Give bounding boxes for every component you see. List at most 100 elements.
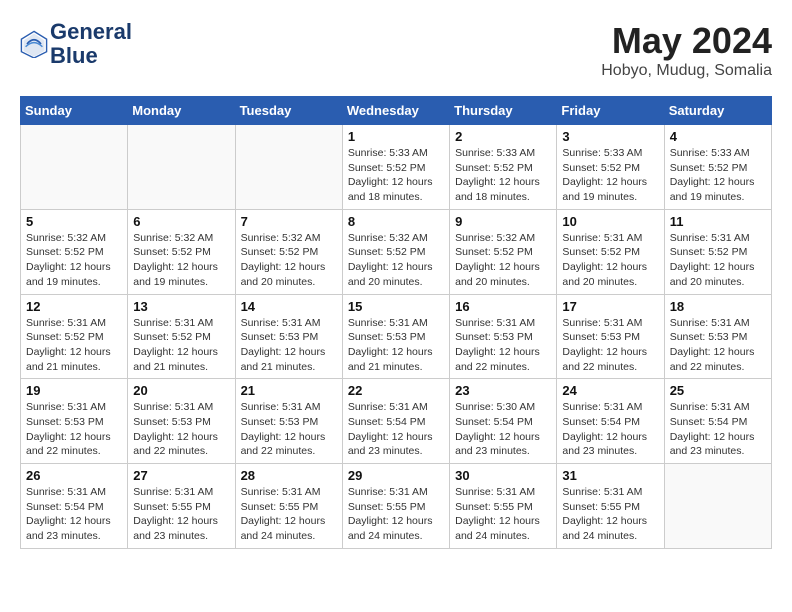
day-number: 13 [133,299,229,314]
day-info: Sunrise: 5:31 AM Sunset: 5:55 PM Dayligh… [241,485,337,544]
day-info: Sunrise: 5:31 AM Sunset: 5:52 PM Dayligh… [26,316,122,375]
day-info: Sunrise: 5:32 AM Sunset: 5:52 PM Dayligh… [241,231,337,290]
day-info: Sunrise: 5:31 AM Sunset: 5:53 PM Dayligh… [26,400,122,459]
day-number: 22 [348,383,444,398]
day-info: Sunrise: 5:33 AM Sunset: 5:52 PM Dayligh… [348,146,444,205]
calendar-cell: 27 Sunrise: 5:31 AM Sunset: 5:55 PM Dayli… [128,464,235,549]
day-number: 17 [562,299,658,314]
weekday-header-monday: Monday [128,97,235,125]
location-title: Hobyo, Mudug, Somalia [601,62,772,80]
day-info: Sunrise: 5:31 AM Sunset: 5:53 PM Dayligh… [241,316,337,375]
calendar-cell: 23 Sunrise: 5:30 AM Sunset: 5:54 PM Dayli… [450,379,557,464]
calendar-cell: 2 Sunrise: 5:33 AM Sunset: 5:52 PM Daylig… [450,125,557,210]
calendar-cell: 18 Sunrise: 5:31 AM Sunset: 5:53 PM Dayli… [664,294,771,379]
week-row-4: 19 Sunrise: 5:31 AM Sunset: 5:53 PM Dayli… [21,379,772,464]
calendar-cell: 14 Sunrise: 5:31 AM Sunset: 5:53 PM Dayli… [235,294,342,379]
week-row-3: 12Sunrise: 5:31 AM Sunset: 5:52 PM Dayli… [21,294,772,379]
day-number: 1 [348,129,444,144]
calendar-cell: 4 Sunrise: 5:33 AM Sunset: 5:52 PM Daylig… [664,125,771,210]
day-number: 15 [348,299,444,314]
day-info: Sunrise: 5:31 AM Sunset: 5:52 PM Dayligh… [562,231,658,290]
week-row-1: 1 Sunrise: 5:33 AM Sunset: 5:52 PM Daylig… [21,125,772,210]
calendar-cell: 1 Sunrise: 5:33 AM Sunset: 5:52 PM Daylig… [342,125,449,210]
calendar-cell: 20 Sunrise: 5:31 AM Sunset: 5:53 PM Dayli… [128,379,235,464]
day-number: 16 [455,299,551,314]
calendar-cell: 31 Sunrise: 5:31 AM Sunset: 5:55 PM Dayli… [557,464,664,549]
day-info: Sunrise: 5:31 AM Sunset: 5:53 PM Dayligh… [562,316,658,375]
day-number: 11 [670,214,766,229]
day-number: 18 [670,299,766,314]
calendar-cell: 19 Sunrise: 5:31 AM Sunset: 5:53 PM Dayli… [21,379,128,464]
calendar-cell: 11 Sunrise: 5:31 AM Sunset: 5:52 PM Dayli… [664,209,771,294]
day-number: 27 [133,468,229,483]
day-info: Sunrise: 5:31 AM Sunset: 5:55 PM Dayligh… [562,485,658,544]
calendar-cell: 13Sunrise: 5:31 AM Sunset: 5:52 PM Dayli… [128,294,235,379]
day-number: 2 [455,129,551,144]
day-info: Sunrise: 5:33 AM Sunset: 5:52 PM Dayligh… [455,146,551,205]
week-row-5: 26Sunrise: 5:31 AM Sunset: 5:54 PM Dayli… [21,464,772,549]
calendar-cell: 29Sunrise: 5:31 AM Sunset: 5:55 PM Dayli… [342,464,449,549]
calendar-cell: 12Sunrise: 5:31 AM Sunset: 5:52 PM Dayli… [21,294,128,379]
day-info: Sunrise: 5:33 AM Sunset: 5:52 PM Dayligh… [670,146,766,205]
calendar-cell: 25 Sunrise: 5:31 AM Sunset: 5:54 PM Dayli… [664,379,771,464]
logo-general: General [50,19,132,44]
calendar-cell [235,125,342,210]
calendar-cell: 10Sunrise: 5:31 AM Sunset: 5:52 PM Dayli… [557,209,664,294]
day-info: Sunrise: 5:31 AM Sunset: 5:55 PM Dayligh… [348,485,444,544]
day-info: Sunrise: 5:32 AM Sunset: 5:52 PM Dayligh… [133,231,229,290]
calendar-cell: 6Sunrise: 5:32 AM Sunset: 5:52 PM Daylig… [128,209,235,294]
calendar-cell: 17 Sunrise: 5:31 AM Sunset: 5:53 PM Dayli… [557,294,664,379]
weekday-header-sunday: Sunday [21,97,128,125]
day-number: 19 [26,383,122,398]
day-number: 30 [455,468,551,483]
calendar-cell: 5 Sunrise: 5:32 AM Sunset: 5:52 PM Daylig… [21,209,128,294]
day-number: 31 [562,468,658,483]
day-info: Sunrise: 5:33 AM Sunset: 5:52 PM Dayligh… [562,146,658,205]
page-header: General Blue May 2024 Hobyo, Mudug, Soma… [20,20,772,80]
weekday-header-thursday: Thursday [450,97,557,125]
day-number: 14 [241,299,337,314]
calendar-cell: 24 Sunrise: 5:31 AM Sunset: 5:54 PM Dayli… [557,379,664,464]
day-info: Sunrise: 5:31 AM Sunset: 5:53 PM Dayligh… [348,316,444,375]
weekday-header-wednesday: Wednesday [342,97,449,125]
day-number: 7 [241,214,337,229]
day-number: 3 [562,129,658,144]
day-info: Sunrise: 5:32 AM Sunset: 5:52 PM Dayligh… [26,231,122,290]
day-info: Sunrise: 5:31 AM Sunset: 5:54 PM Dayligh… [670,400,766,459]
day-number: 8 [348,214,444,229]
day-info: Sunrise: 5:31 AM Sunset: 5:53 PM Dayligh… [133,400,229,459]
day-number: 21 [241,383,337,398]
month-title: May 2024 [601,20,772,62]
calendar-cell: 16 Sunrise: 5:31 AM Sunset: 5:53 PM Dayli… [450,294,557,379]
day-info: Sunrise: 5:31 AM Sunset: 5:55 PM Dayligh… [455,485,551,544]
day-number: 24 [562,383,658,398]
day-number: 5 [26,214,122,229]
calendar-cell: 30 Sunrise: 5:31 AM Sunset: 5:55 PM Dayli… [450,464,557,549]
day-number: 25 [670,383,766,398]
weekday-header-row: SundayMondayTuesdayWednesdayThursdayFrid… [21,97,772,125]
logo-icon [20,30,48,58]
weekday-header-saturday: Saturday [664,97,771,125]
day-info: Sunrise: 5:31 AM Sunset: 5:54 PM Dayligh… [562,400,658,459]
calendar-cell: 26Sunrise: 5:31 AM Sunset: 5:54 PM Dayli… [21,464,128,549]
calendar-cell [664,464,771,549]
logo-text: General Blue [50,20,132,68]
day-info: Sunrise: 5:31 AM Sunset: 5:55 PM Dayligh… [133,485,229,544]
day-number: 23 [455,383,551,398]
calendar-cell: 7 Sunrise: 5:32 AM Sunset: 5:52 PM Daylig… [235,209,342,294]
day-info: Sunrise: 5:30 AM Sunset: 5:54 PM Dayligh… [455,400,551,459]
day-info: Sunrise: 5:32 AM Sunset: 5:52 PM Dayligh… [455,231,551,290]
calendar-cell [128,125,235,210]
day-info: Sunrise: 5:32 AM Sunset: 5:52 PM Dayligh… [348,231,444,290]
day-info: Sunrise: 5:31 AM Sunset: 5:52 PM Dayligh… [670,231,766,290]
day-info: Sunrise: 5:31 AM Sunset: 5:53 PM Dayligh… [455,316,551,375]
calendar-cell: 21 Sunrise: 5:31 AM Sunset: 5:53 PM Dayli… [235,379,342,464]
title-area: May 2024 Hobyo, Mudug, Somalia [601,20,772,80]
day-info: Sunrise: 5:31 AM Sunset: 5:53 PM Dayligh… [670,316,766,375]
week-row-2: 5 Sunrise: 5:32 AM Sunset: 5:52 PM Daylig… [21,209,772,294]
day-number: 4 [670,129,766,144]
day-number: 20 [133,383,229,398]
calendar-cell [21,125,128,210]
day-info: Sunrise: 5:31 AM Sunset: 5:53 PM Dayligh… [241,400,337,459]
day-number: 28 [241,468,337,483]
